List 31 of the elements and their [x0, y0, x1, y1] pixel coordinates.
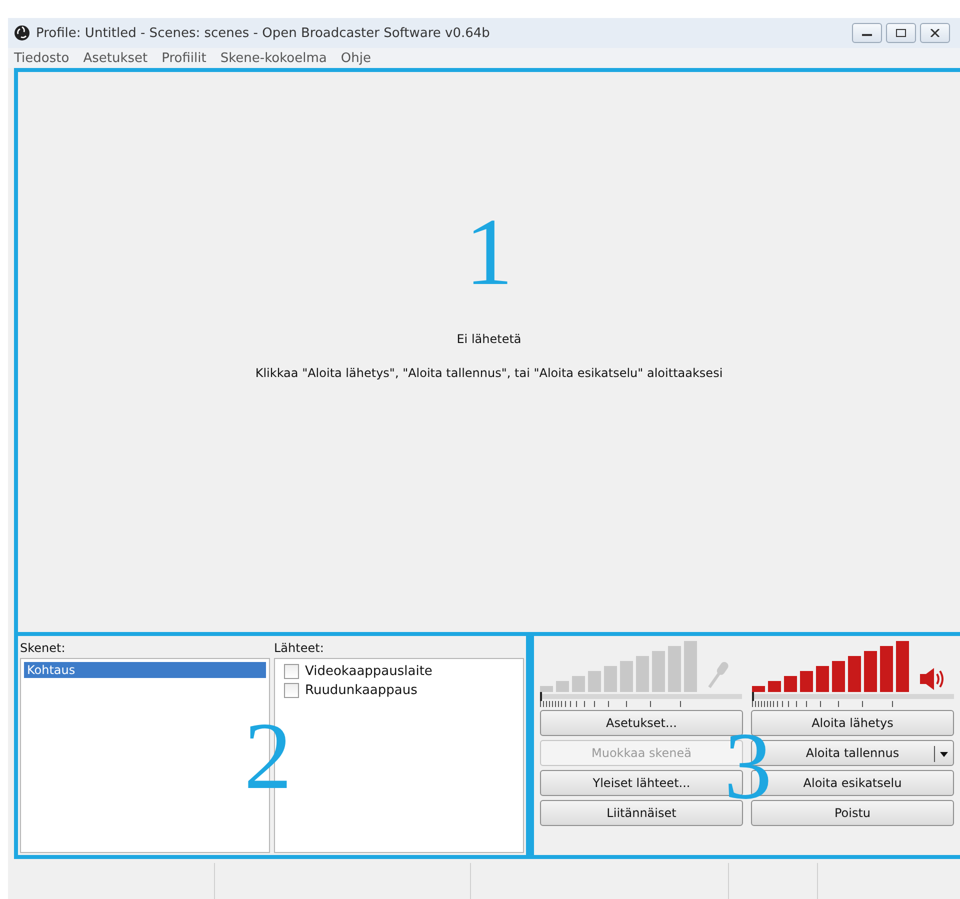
action-button[interactable]: Aloita lähetys	[751, 710, 954, 736]
speaker-icon[interactable]	[918, 666, 946, 692]
maximize-button[interactable]	[886, 23, 916, 43]
menu-item[interactable]: Profiilit	[162, 50, 206, 66]
menu-item[interactable]: Ohje	[340, 50, 371, 66]
action-button[interactable]: Poistu	[751, 800, 954, 826]
close-icon	[930, 29, 940, 37]
scene-item[interactable]: Kohtaus	[24, 662, 266, 678]
caret-icon[interactable]	[934, 746, 949, 762]
source-label: Videokaappauslaite	[305, 664, 432, 679]
action-button[interactable]: Liitännäiset	[540, 800, 743, 826]
maximize-icon	[896, 29, 906, 37]
window-title: Profile: Untitled - Scenes: scenes - Open Broadcaster Software v0.64b	[36, 26, 491, 40]
annotation-number: 1	[465, 204, 513, 300]
checkbox[interactable]	[284, 683, 299, 698]
scenes-label: Skenet:	[20, 640, 66, 657]
close-button[interactable]	[920, 23, 950, 43]
menu-item[interactable]: Tiedosto	[14, 50, 70, 66]
volume-slider[interactable]	[540, 694, 742, 699]
annotation-number: 2	[244, 708, 292, 804]
minimize-button[interactable]	[852, 23, 882, 43]
volume-slider[interactable]	[752, 694, 954, 699]
app-logo-icon	[14, 25, 30, 41]
sources-label: Lähteet:	[274, 640, 325, 657]
menu-item[interactable]: Skene-kokoelma	[220, 50, 327, 66]
preview-hint: Klikkaa "Aloita lähetys", "Aloita tallennus", tai "Aloita esikatselu" aloittaaksesi	[255, 366, 723, 380]
checkbox[interactable]	[284, 664, 299, 679]
source-label: Ruudunkaappaus	[305, 683, 418, 698]
action-button[interactable]: Asetukset...	[540, 710, 743, 736]
menu-item[interactable]: Asetukset	[83, 50, 148, 66]
stream-status: Ei lähetetä	[456, 332, 522, 346]
